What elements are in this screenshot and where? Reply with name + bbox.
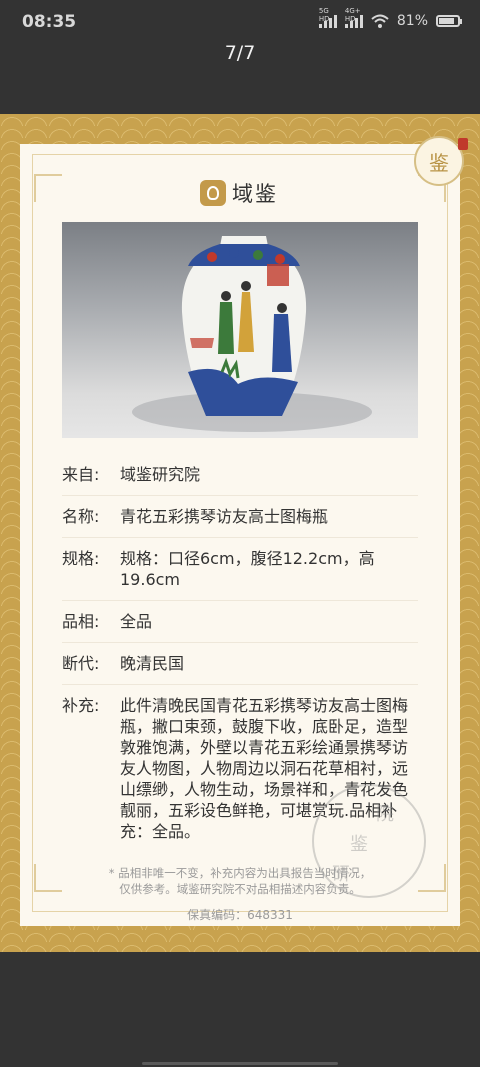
red-seal-mark <box>458 138 468 150</box>
disclaimer-line: 仅供参考。域鉴研究院不对品相描述内容负责。 <box>119 882 361 896</box>
logo-icon <box>200 180 226 206</box>
disclaimer-text: * 品相非唯一不变，补充内容为出具报告当时情况， 仅供参考。域鉴研究院不对品相描… <box>60 865 420 897</box>
info-label: 来自: <box>62 465 100 484</box>
info-row: 来自: 域鉴研究院 <box>62 454 418 496</box>
signal-5g-icon: 5G HD <box>318 7 337 28</box>
info-label: 名称: <box>62 507 100 526</box>
wifi-icon <box>371 14 389 28</box>
corner-seal-icon: 鉴 <box>414 136 464 186</box>
info-row: 断代: 晚清民国 <box>62 643 418 685</box>
signal-4g-icon: 4G+ HD <box>344 7 363 28</box>
status-icons: 5G HD 4G+ HD 81% <box>318 7 462 29</box>
info-row: 规格: 规格：口径6cm，腹径12.2cm，高19.6cm <box>62 538 418 601</box>
logo-text: 域鉴 <box>232 182 278 206</box>
status-time: 08:35 <box>22 12 77 32</box>
info-value: 规格：口径6cm，腹径12.2cm，高19.6cm <box>120 549 375 589</box>
vase-image <box>132 236 372 432</box>
corner-ornament <box>34 864 62 892</box>
brand-logo: 域鉴 <box>200 178 278 208</box>
info-value: 域鉴研究院 <box>120 465 201 484</box>
info-value: 青花五彩携琴访友高士图梅瓶 <box>120 507 329 526</box>
image-page-counter: 7/7 <box>224 42 256 64</box>
item-photo[interactable] <box>62 222 418 438</box>
info-label: 规格: <box>62 549 100 568</box>
info-row: 名称: 青花五彩携琴访友高士图梅瓶 <box>62 496 418 538</box>
corner-ornament <box>418 864 446 892</box>
battery-percent: 81% <box>396 13 428 29</box>
authenticity-code: 保真编码：648331 <box>20 906 460 923</box>
disclaimer-line: * 品相非唯一不变，补充内容为出具报告当时情况， <box>108 866 372 880</box>
info-value: 全品 <box>120 612 153 631</box>
info-label: 补充: <box>62 696 100 715</box>
status-bar: 08:35 5G HD 4G+ HD 81% <box>0 0 480 44</box>
info-row: 品相: 全品 <box>62 601 418 643</box>
code-value: 648331 <box>247 908 293 922</box>
corner-ornament <box>34 174 62 202</box>
battery-icon <box>436 15 462 27</box>
certificate-frame: 鉴 域鉴 来自: 域鉴研究院 名称: 青花五彩携琴访友高士图梅瓶 规格: 规格：… <box>0 114 480 952</box>
code-label: 保真编码： <box>187 908 248 922</box>
certificate-card[interactable]: 鉴 域鉴 来自: 域鉴研究院 名称: 青花五彩携琴访友高士图梅瓶 规格: 规格：… <box>20 136 468 926</box>
info-label: 品相: <box>62 612 100 631</box>
home-indicator[interactable] <box>142 1062 338 1065</box>
info-label: 断代: <box>62 654 100 673</box>
info-value: 晚清民国 <box>120 654 185 673</box>
